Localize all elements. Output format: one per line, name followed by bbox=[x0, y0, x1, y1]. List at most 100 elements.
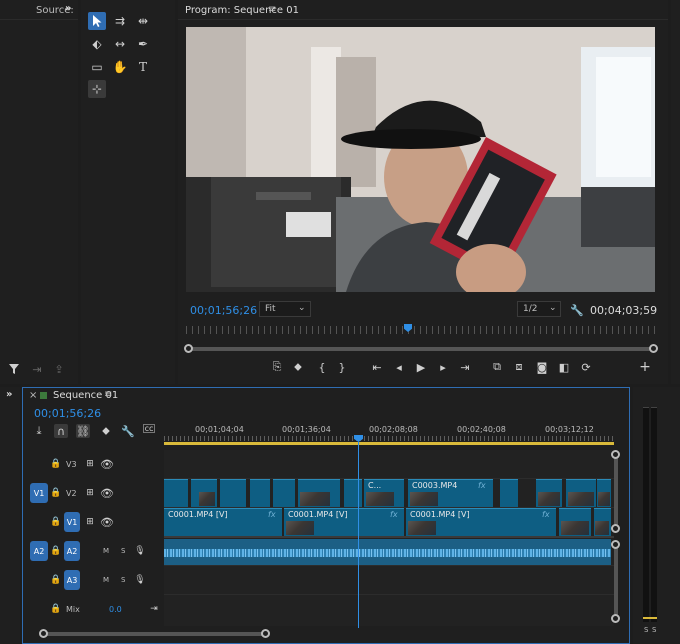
v2-clip[interactable] bbox=[344, 479, 362, 507]
slip-tool-icon[interactable]: ↔ bbox=[111, 35, 129, 53]
export-frame-icon[interactable]: ⟳ bbox=[579, 360, 593, 374]
captions-icon[interactable]: cc bbox=[143, 424, 155, 433]
program-mini-ruler[interactable] bbox=[186, 326, 655, 334]
audio-vertical-scrollbar[interactable] bbox=[614, 540, 618, 622]
panel-menu-icon[interactable]: ≡ bbox=[104, 389, 112, 400]
extract-icon[interactable]: ⧈ bbox=[512, 360, 526, 374]
mix-value[interactable]: 0.0 bbox=[109, 605, 122, 614]
v2-clip[interactable] bbox=[191, 479, 217, 507]
microphone-icon[interactable]: 🎙 bbox=[133, 544, 147, 558]
lock-icon[interactable]: 🔒 bbox=[49, 544, 63, 558]
eye-icon[interactable]: 👁 bbox=[100, 486, 114, 500]
v1-clip[interactable] bbox=[594, 508, 611, 536]
microphone-icon[interactable]: 🎙 bbox=[133, 573, 147, 587]
scroll-handle-right[interactable] bbox=[261, 629, 270, 638]
skip-to-end-icon[interactable]: ⇥ bbox=[147, 602, 161, 616]
v2-clip-c0003[interactable]: C0003.MP4 fx bbox=[408, 479, 493, 507]
close-tab-icon[interactable]: × bbox=[29, 390, 37, 401]
scroll-handle-right[interactable] bbox=[649, 344, 658, 353]
source-patch-a2[interactable]: A2 bbox=[30, 541, 48, 561]
lock-icon[interactable]: 🔒 bbox=[49, 486, 63, 500]
selection-tool-icon[interactable] bbox=[88, 12, 106, 30]
a2-audio-clip[interactable] bbox=[164, 539, 611, 565]
sync-lock-icon[interactable]: ⊞ bbox=[83, 515, 97, 529]
timeline-horizontal-scrollbar[interactable] bbox=[43, 632, 265, 636]
timeline-timecode[interactable]: 00;01;56;26 bbox=[34, 407, 101, 420]
panel-menu-icon[interactable]: ≡ bbox=[268, 4, 276, 15]
go-to-in-icon[interactable]: ⇤ bbox=[370, 360, 384, 374]
sync-lock-icon[interactable]: ⊞ bbox=[83, 457, 97, 471]
add-marker-icon[interactable]: ⬥ bbox=[99, 424, 113, 438]
work-area-bar[interactable] bbox=[164, 442, 614, 445]
marker-icon[interactable]: ⬥ bbox=[291, 360, 305, 374]
mark-out-icon[interactable]: } bbox=[335, 360, 349, 374]
track-label-v2[interactable]: V2 bbox=[66, 489, 77, 498]
scroll-handle-left[interactable] bbox=[39, 629, 48, 638]
scroll-handle[interactable] bbox=[611, 450, 620, 459]
razor-tool-icon[interactable]: ⬖ bbox=[88, 35, 106, 53]
settings-wrench-icon[interactable]: 🔧 bbox=[121, 424, 135, 438]
sync-lock-icon[interactable]: ⊞ bbox=[83, 486, 97, 500]
v2-clip[interactable] bbox=[164, 479, 188, 507]
v2-clip[interactable] bbox=[536, 479, 562, 507]
comparison-view-icon[interactable]: ◧ bbox=[557, 360, 571, 374]
resolution-dropdown[interactable]: 1/2 ⌄ bbox=[517, 301, 561, 317]
hand-tool-icon[interactable]: ✋ bbox=[111, 58, 129, 76]
track-target-a3[interactable]: A3 bbox=[64, 570, 80, 590]
v2-clip[interactable] bbox=[597, 479, 611, 507]
play-icon[interactable]: ▶ bbox=[414, 360, 428, 374]
v1-clip-a[interactable]: C0001.MP4 [V] fx bbox=[164, 508, 282, 536]
v1-clip-b[interactable]: C0001.MP4 [V] fx bbox=[284, 508, 404, 536]
type-tool-icon[interactable]: T bbox=[134, 58, 152, 76]
v2-clip[interactable]: C... bbox=[364, 479, 404, 507]
wrench-icon[interactable]: 🔧 bbox=[570, 303, 584, 317]
add-button-icon[interactable]: + bbox=[638, 359, 652, 375]
v2-clip[interactable] bbox=[220, 479, 246, 507]
step-forward-icon[interactable]: ▸ bbox=[436, 360, 450, 374]
mute-button[interactable]: M bbox=[103, 576, 109, 584]
program-panel-title[interactable]: Program: Sequence 01 bbox=[185, 5, 299, 16]
track-label-v3[interactable]: V3 bbox=[66, 460, 77, 469]
lift-icon[interactable]: ⧉ bbox=[490, 360, 504, 374]
zoom-dropdown[interactable]: Fit ⌄ bbox=[259, 301, 311, 317]
v1-clip-c[interactable]: C0001.MP4 [V] fx bbox=[406, 508, 556, 536]
scroll-handle[interactable] bbox=[611, 524, 620, 533]
mark-in-icon[interactable]: { bbox=[315, 360, 329, 374]
eye-icon[interactable]: 👁 bbox=[100, 457, 114, 471]
track-target-a2[interactable]: A2 bbox=[64, 541, 80, 561]
linked-selection-icon[interactable]: ⛓ bbox=[76, 424, 90, 438]
snap-icon[interactable]: ∩ bbox=[54, 424, 68, 438]
go-to-out-icon[interactable]: ⇥ bbox=[458, 360, 472, 374]
v2-clip[interactable] bbox=[273, 479, 295, 507]
v2-clip[interactable] bbox=[250, 479, 270, 507]
v1-clip[interactable] bbox=[559, 508, 591, 536]
camera-icon[interactable]: ◙ bbox=[535, 360, 549, 374]
lock-icon[interactable]: 🔒 bbox=[49, 573, 63, 587]
v2-clip[interactable] bbox=[298, 479, 340, 507]
source-patch-v1[interactable]: V1 bbox=[30, 483, 48, 503]
panel-overflow-icon[interactable]: » bbox=[6, 389, 12, 400]
solo-button[interactable]: S bbox=[121, 547, 125, 555]
solo-left-button[interactable]: S bbox=[644, 626, 648, 634]
rectangle-tool-icon[interactable]: ▭ bbox=[88, 58, 106, 76]
ripple-edit-tool-icon[interactable]: ⇹ bbox=[134, 12, 152, 30]
add-marker-icon[interactable]: ⎘ bbox=[270, 360, 284, 374]
step-back-icon[interactable]: ◂ bbox=[392, 360, 406, 374]
scroll-handle[interactable] bbox=[611, 540, 620, 549]
solo-right-button[interactable]: S bbox=[652, 626, 656, 634]
scroll-handle[interactable] bbox=[611, 614, 620, 623]
program-timecode-current[interactable]: 00;01;56;26 bbox=[190, 304, 257, 317]
lock-icon[interactable]: 🔒 bbox=[49, 602, 63, 616]
panel-overflow-icon[interactable]: » bbox=[65, 3, 71, 14]
filter-icon[interactable] bbox=[7, 362, 21, 376]
insert-nest-icon[interactable]: ⤓ bbox=[32, 424, 46, 438]
lock-icon[interactable]: 🔒 bbox=[49, 457, 63, 471]
eye-icon[interactable]: 👁 bbox=[100, 515, 114, 529]
pen-tool-icon[interactable]: ✒ bbox=[134, 35, 152, 53]
program-zoom-scrollbar[interactable] bbox=[186, 347, 655, 351]
track-target-v1[interactable]: V1 bbox=[64, 512, 80, 532]
add-edit-tool-icon[interactable]: ⊹ bbox=[88, 80, 106, 98]
track-select-tool-icon[interactable]: ⇉ bbox=[111, 12, 129, 30]
new-item-icon[interactable]: ⇪ bbox=[52, 362, 66, 376]
mute-button[interactable]: M bbox=[103, 547, 109, 555]
